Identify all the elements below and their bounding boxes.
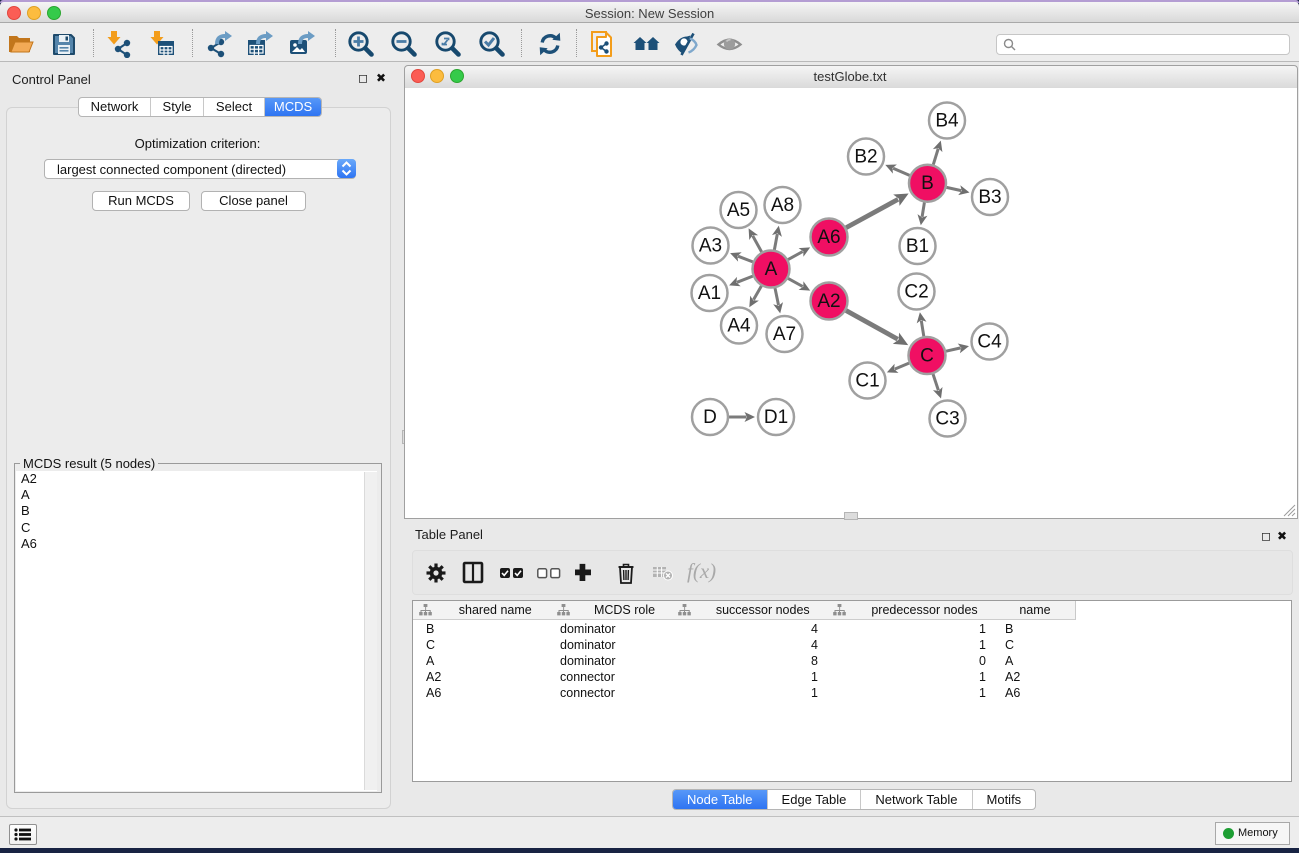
svg-text:A2: A2 bbox=[817, 291, 840, 312]
svg-text:B2: B2 bbox=[854, 147, 877, 168]
svg-text:A5: A5 bbox=[727, 200, 750, 221]
svg-text:B: B bbox=[921, 173, 934, 194]
svg-text:C: C bbox=[920, 346, 934, 367]
svg-text:B1: B1 bbox=[906, 236, 929, 257]
svg-text:D1: D1 bbox=[764, 407, 788, 428]
svg-text:D: D bbox=[703, 407, 717, 428]
svg-text:A7: A7 bbox=[773, 324, 796, 345]
svg-text:B4: B4 bbox=[935, 111, 959, 132]
svg-text:A3: A3 bbox=[699, 236, 722, 257]
svg-text:C1: C1 bbox=[855, 371, 879, 392]
svg-text:C2: C2 bbox=[904, 282, 928, 303]
svg-text:C4: C4 bbox=[977, 332, 1002, 353]
svg-text:A6: A6 bbox=[817, 227, 840, 248]
svg-text:A: A bbox=[765, 259, 778, 280]
svg-text:A4: A4 bbox=[727, 316, 751, 337]
svg-text:A1: A1 bbox=[698, 283, 721, 304]
svg-text:A8: A8 bbox=[771, 195, 794, 216]
svg-text:B3: B3 bbox=[978, 187, 1001, 208]
svg-text:C3: C3 bbox=[935, 409, 959, 430]
